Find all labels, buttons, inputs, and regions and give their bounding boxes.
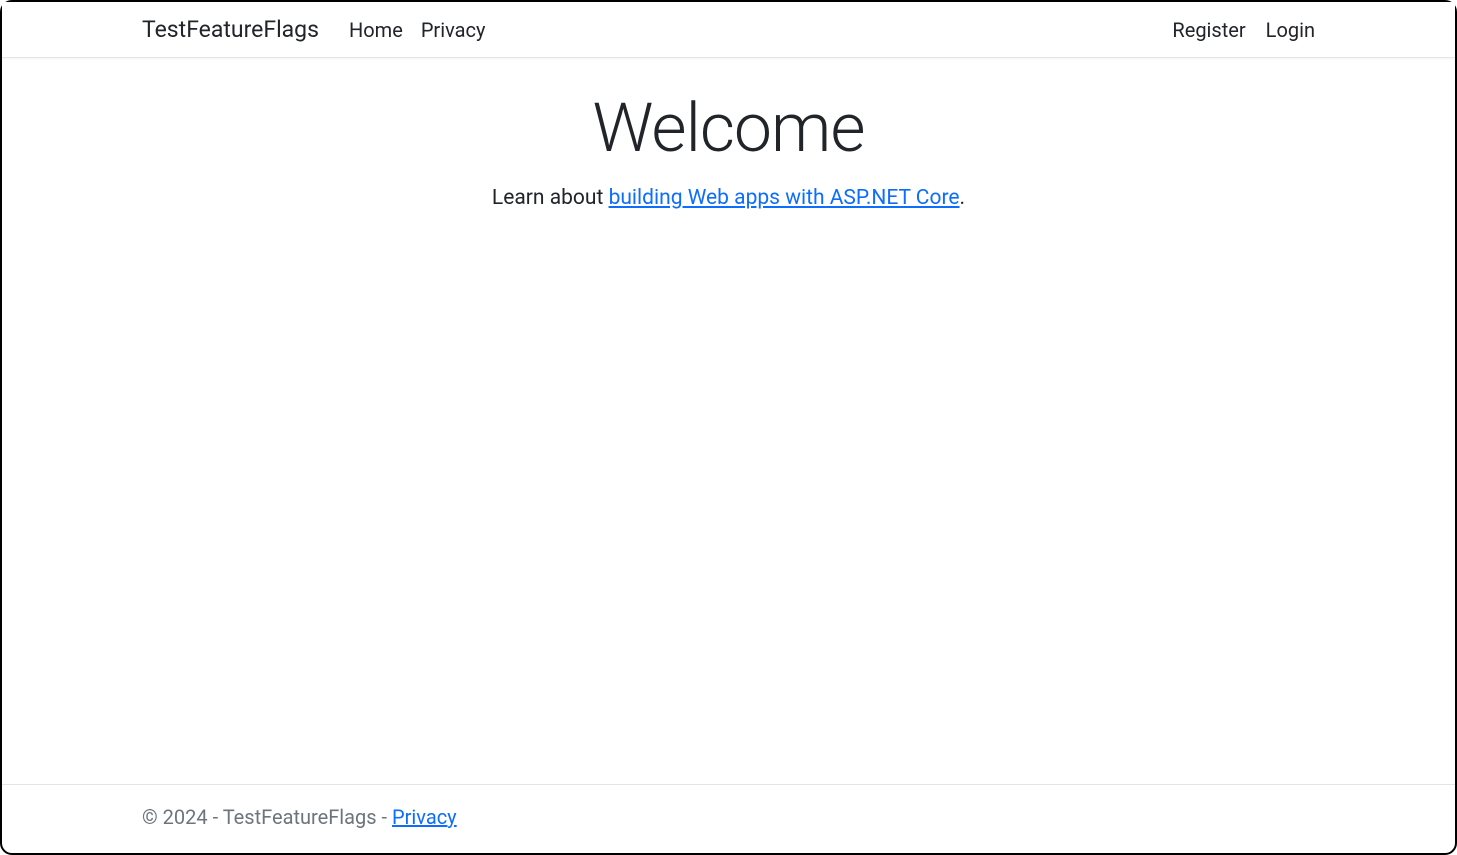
lead-paragraph: Learn about building Web apps with ASP.N… xyxy=(2,186,1455,210)
footer-privacy-link[interactable]: Privacy xyxy=(392,805,457,829)
nav-login[interactable]: Login xyxy=(1266,18,1315,42)
welcome-heading: Welcome xyxy=(2,88,1455,168)
page-footer: © 2024 - TestFeatureFlags - Privacy xyxy=(2,784,1455,853)
nav-privacy[interactable]: Privacy xyxy=(421,18,486,42)
main-content: Welcome Learn about building Web apps wi… xyxy=(2,58,1455,784)
navbar-left: TestFeatureFlags Home Privacy xyxy=(142,16,485,43)
lead-prefix: Learn about xyxy=(492,186,609,210)
nav-home[interactable]: Home xyxy=(349,18,403,42)
nav-links-left: Home Privacy xyxy=(349,18,485,42)
page-header: TestFeatureFlags Home Privacy Register L… xyxy=(2,2,1455,58)
navbar: TestFeatureFlags Home Privacy Register L… xyxy=(2,2,1455,57)
aspnet-docs-link[interactable]: building Web apps with ASP.NET Core xyxy=(609,186,960,210)
nav-register[interactable]: Register xyxy=(1172,18,1245,42)
lead-suffix: . xyxy=(960,186,966,210)
brand-link[interactable]: TestFeatureFlags xyxy=(142,16,319,43)
navbar-right: Register Login xyxy=(1172,18,1315,42)
copyright-text: © 2024 - TestFeatureFlags - xyxy=(142,805,392,829)
